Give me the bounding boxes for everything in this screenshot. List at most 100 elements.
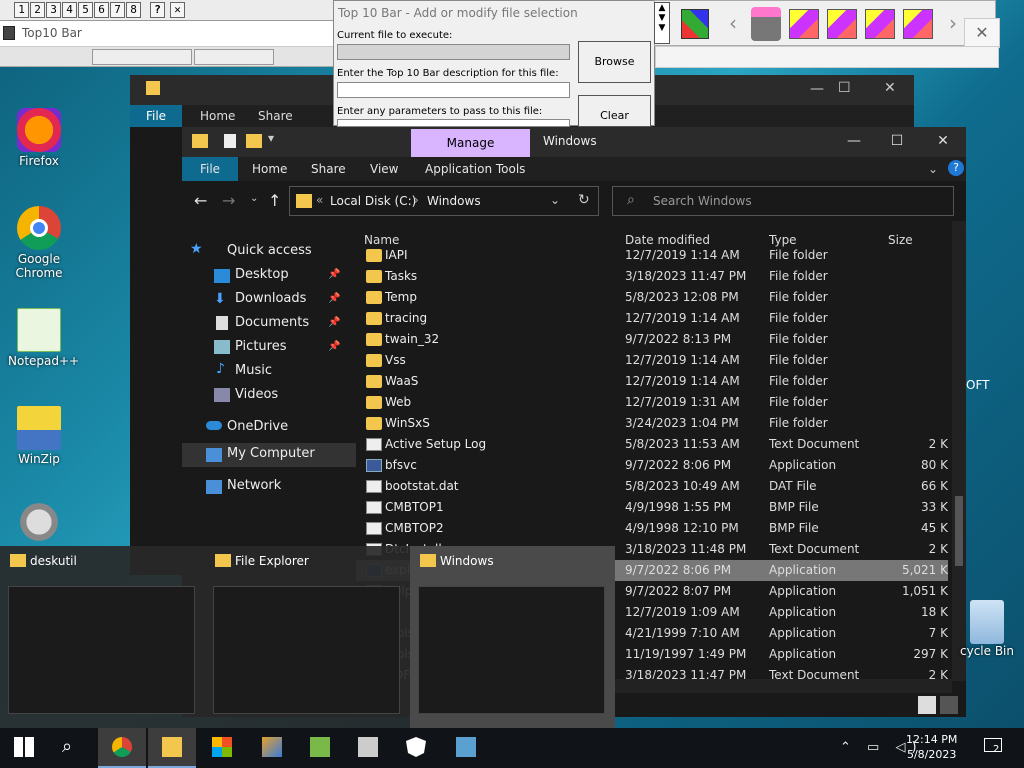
top10-slot-3[interactable]: 3 (46, 2, 61, 18)
close-icon[interactable]: ✕ (884, 80, 896, 96)
clock[interactable]: 12:14 PM 5/8/2023 (906, 732, 957, 762)
table-row[interactable]: Web 12/7/2019 1:31 AM File folder (356, 392, 948, 413)
table-row[interactable]: Temp 5/8/2023 12:08 PM File folder (356, 287, 948, 308)
pin-icon[interactable]: 📌 (328, 269, 340, 280)
top10-slot-8[interactable]: 8 (126, 2, 141, 18)
top10-slot-7[interactable]: 7 (110, 2, 125, 18)
back-arrow-icon[interactable]: ← (194, 191, 207, 210)
breadcrumb-local-disk[interactable]: Local Disk (C:) (330, 194, 416, 208)
table-row[interactable]: CMBTOP2 4/9/1998 12:10 PM BMP File 45 K (356, 518, 948, 539)
chevron-down-icon[interactable]: ▾ (268, 131, 274, 145)
clear-button[interactable]: Clear (578, 95, 651, 127)
current-file-field[interactable] (337, 44, 570, 60)
top10-slot-6[interactable]: 6 (94, 2, 109, 18)
pin-icon[interactable]: 📌 (328, 317, 340, 328)
forward-arrow-icon[interactable]: → (222, 191, 235, 210)
table-row[interactable]: Active Setup Log 5/8/2023 11:53 AM Text Do… (356, 434, 948, 455)
details-view-icon[interactable] (918, 696, 936, 714)
cube-icon[interactable] (903, 9, 933, 39)
nav-videos[interactable]: Videos (235, 387, 278, 402)
top10-slot-1[interactable]: 1 (14, 2, 29, 18)
icon-bar-scroller[interactable]: ▲ ▼ ▼ (654, 2, 670, 44)
pin-icon[interactable]: 📌 (328, 341, 340, 352)
minimize-icon[interactable]: — (810, 81, 824, 97)
address-bar[interactable]: « Local Disk (C:) › Windows ⌄ ↻ (289, 186, 599, 216)
rubiks-cube-icon[interactable] (681, 9, 709, 39)
table-row[interactable]: CMBTOP1 4/9/1998 1:55 PM BMP File 33 K (356, 497, 948, 518)
up-arrow-icon[interactable]: ↑ (268, 191, 281, 210)
preview-windows[interactable]: Windows (410, 546, 615, 730)
table-row[interactable]: IAPI 12/7/2019 1:14 AM File folder (356, 245, 948, 266)
taskbar-app[interactable] (344, 728, 392, 768)
help-icon[interactable]: ? (948, 160, 964, 176)
table-row[interactable]: Tasks 3/18/2023 11:47 PM File folder (356, 266, 948, 287)
desktop-icon-chrome[interactable]: Google Chrome (8, 206, 70, 280)
nav-network[interactable]: Network (227, 478, 281, 493)
help-button[interactable]: ? (150, 2, 165, 18)
tab-file[interactable]: File (182, 157, 238, 181)
nav-quick-access[interactable]: Quick access (227, 243, 312, 258)
search-box[interactable]: ⌕ Search Windows (612, 186, 954, 216)
chevron-down-icon[interactable]: ⌄ (550, 193, 560, 207)
table-row[interactable]: twain_32 9/7/2022 8:13 PM File folder (356, 329, 948, 350)
chevron-down-icon[interactable]: ⌄ (928, 162, 938, 176)
tab-application-tools[interactable]: Application Tools (425, 162, 525, 176)
thumbnail-view-icon[interactable] (940, 696, 958, 714)
notification-icon[interactable]: 2 (984, 738, 1004, 758)
nav-music[interactable]: Music (235, 363, 272, 378)
properties-icon[interactable] (224, 134, 236, 148)
parameters-field[interactable] (337, 119, 570, 127)
pin-icon[interactable]: 📌 (328, 293, 340, 304)
refresh-icon[interactable]: ↻ (578, 192, 590, 208)
nav-documents[interactable]: Documents (235, 315, 309, 330)
new-folder-icon[interactable] (246, 134, 262, 148)
description-field[interactable] (337, 82, 570, 98)
browse-button[interactable]: Browse (578, 41, 651, 83)
desktop-icon-recycle-bin[interactable]: cycle Bin (960, 600, 1020, 658)
cube-icon[interactable] (827, 9, 857, 39)
tab-share[interactable]: Share (258, 109, 293, 123)
nav-desktop[interactable]: Desktop (235, 267, 289, 282)
tab-share[interactable]: Share (311, 162, 346, 176)
top10-slot-4[interactable]: 4 (62, 2, 77, 18)
search-input[interactable]: Search Windows (653, 194, 752, 208)
cube-icon[interactable] (789, 9, 819, 39)
preview-file-explorer[interactable]: File Explorer (205, 546, 410, 730)
nav-pictures[interactable]: Pictures (235, 339, 286, 354)
nav-my-computer[interactable]: My Computer (227, 446, 315, 461)
taskbar-app[interactable] (296, 728, 344, 768)
table-row[interactable]: tracing 12/7/2019 1:14 AM File folder (356, 308, 948, 329)
taskbar-store[interactable] (198, 728, 246, 768)
tab-file[interactable]: File (130, 105, 182, 127)
tab-manage[interactable]: Manage (411, 129, 530, 157)
table-row[interactable]: Vss 12/7/2019 1:14 AM File folder (356, 350, 948, 371)
desktop-icon-firefox[interactable]: Firefox (8, 108, 70, 168)
top10-slot-2[interactable]: 2 (30, 2, 45, 18)
taskbar-app[interactable] (392, 728, 440, 768)
nav-downloads[interactable]: Downloads (235, 291, 306, 306)
table-row[interactable]: WinSxS 3/24/2023 1:04 PM File folder (356, 413, 948, 434)
close-icon[interactable]: ✕ (928, 133, 958, 149)
breadcrumb-windows[interactable]: Windows (427, 194, 481, 208)
search-button[interactable]: ⌕ (48, 728, 96, 768)
desktop-icon-winzip[interactable]: WinZip (8, 406, 70, 466)
chevron-down-icon[interactable]: ⌄ (250, 193, 258, 204)
person-icon[interactable] (751, 7, 781, 41)
tab-view[interactable]: View (370, 162, 398, 176)
scroll-right-icon[interactable]: › (949, 11, 957, 35)
preview-deskutil[interactable]: deskutil (0, 546, 205, 730)
start-button[interactable] (0, 728, 48, 768)
maximize-icon[interactable]: ☐ (838, 80, 851, 96)
table-row[interactable]: WaaS 12/7/2019 1:14 AM File folder (356, 371, 948, 392)
close-icon[interactable]: ✕ (964, 18, 1000, 48)
desktop-icon-utility[interactable] (8, 500, 70, 546)
taskbar-app[interactable] (248, 728, 296, 768)
taskbar-chrome[interactable] (98, 728, 146, 768)
table-row[interactable]: bootstat.dat 5/8/2023 10:49 AM DAT File 66 … (356, 476, 948, 497)
cube-icon[interactable] (865, 9, 895, 39)
top10-slot-5[interactable]: 5 (78, 2, 93, 18)
close-button[interactable]: ✕ (170, 2, 185, 18)
breadcrumb-overflow-icon[interactable]: « (316, 193, 323, 207)
scroll-left-icon[interactable]: ‹ (729, 11, 737, 35)
maximize-icon[interactable]: ☐ (882, 133, 912, 149)
